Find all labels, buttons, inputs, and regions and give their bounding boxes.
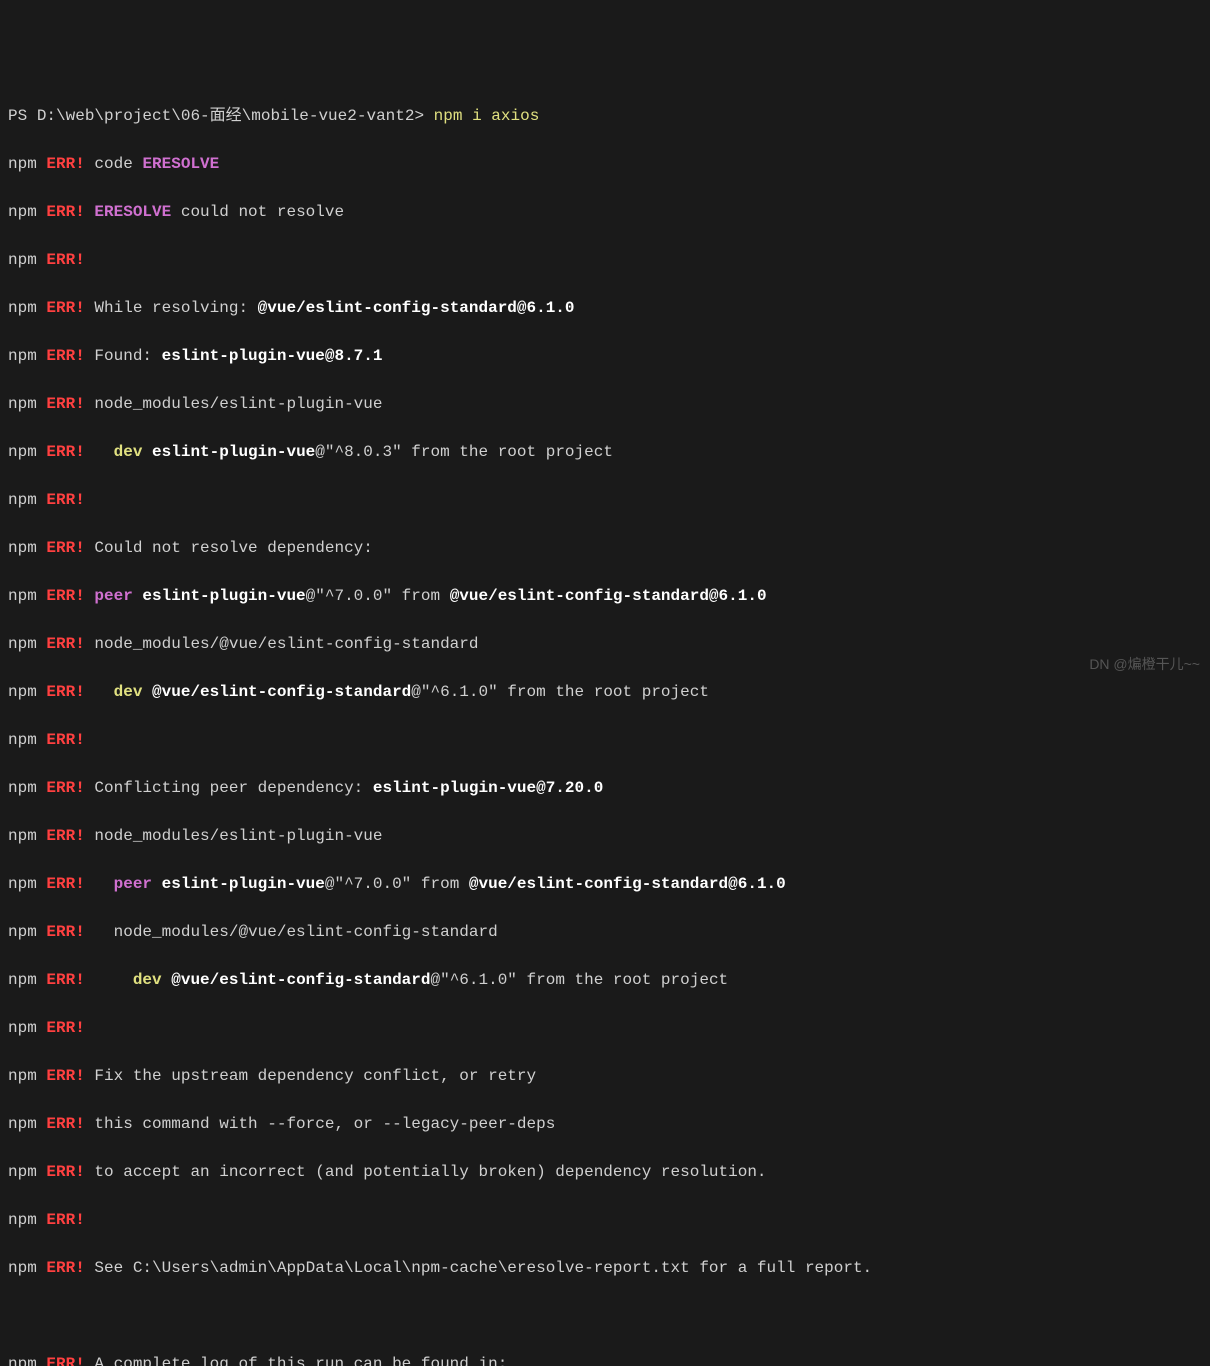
err-line: npm ERR!: [8, 728, 1202, 752]
err-line: npm ERR! ERESOLVE could not resolve: [8, 200, 1202, 224]
prompt-line: PS D:\web\project\06-面经\mobile-vue2-vant…: [8, 104, 1202, 128]
watermark: DN @煸橙干儿~~: [1089, 654, 1200, 675]
err-line: npm ERR! this command with --force, or -…: [8, 1112, 1202, 1136]
err-line: npm ERR! Could not resolve dependency:: [8, 536, 1202, 560]
blank-line: [8, 1304, 1202, 1328]
err-line: npm ERR! Fix the upstream dependency con…: [8, 1064, 1202, 1088]
err-line: npm ERR! node_modules/@vue/eslint-config…: [8, 920, 1202, 944]
err-line: npm ERR! dev @vue/eslint-config-standard…: [8, 968, 1202, 992]
err-line: npm ERR!: [8, 1016, 1202, 1040]
prompt-ps: PS: [8, 107, 37, 125]
err-line: npm ERR!: [8, 248, 1202, 272]
err-line: npm ERR!: [8, 1208, 1202, 1232]
err-line: npm ERR! node_modules/eslint-plugin-vue: [8, 392, 1202, 416]
err-line: npm ERR! code ERESOLVE: [8, 152, 1202, 176]
err-line: npm ERR! to accept an incorrect (and pot…: [8, 1160, 1202, 1184]
err-line: npm ERR! peer eslint-plugin-vue@"^7.0.0"…: [8, 872, 1202, 896]
err-line: npm ERR! dev @vue/eslint-config-standard…: [8, 680, 1202, 704]
err-line: npm ERR! dev eslint-plugin-vue@"^8.0.3" …: [8, 440, 1202, 464]
command-text: npm i axios: [424, 107, 539, 125]
err-line: npm ERR! node_modules/@vue/eslint-config…: [8, 632, 1202, 656]
err-line: npm ERR! See C:\Users\admin\AppData\Loca…: [8, 1256, 1202, 1280]
err-line: npm ERR! Found: eslint-plugin-vue@8.7.1: [8, 344, 1202, 368]
err-line: npm ERR! peer eslint-plugin-vue@"^7.0.0"…: [8, 584, 1202, 608]
err-line: npm ERR! While resolving: @vue/eslint-co…: [8, 296, 1202, 320]
err-line: npm ERR!: [8, 488, 1202, 512]
terminal-output[interactable]: PS D:\web\project\06-面经\mobile-vue2-vant…: [8, 104, 1202, 1366]
err-line: npm ERR! node_modules/eslint-plugin-vue: [8, 824, 1202, 848]
err-line: npm ERR! A complete log of this run can …: [8, 1352, 1202, 1366]
prompt-path: D:\web\project\06-面经\mobile-vue2-vant2>: [37, 107, 424, 125]
err-line: npm ERR! Conflicting peer dependency: es…: [8, 776, 1202, 800]
